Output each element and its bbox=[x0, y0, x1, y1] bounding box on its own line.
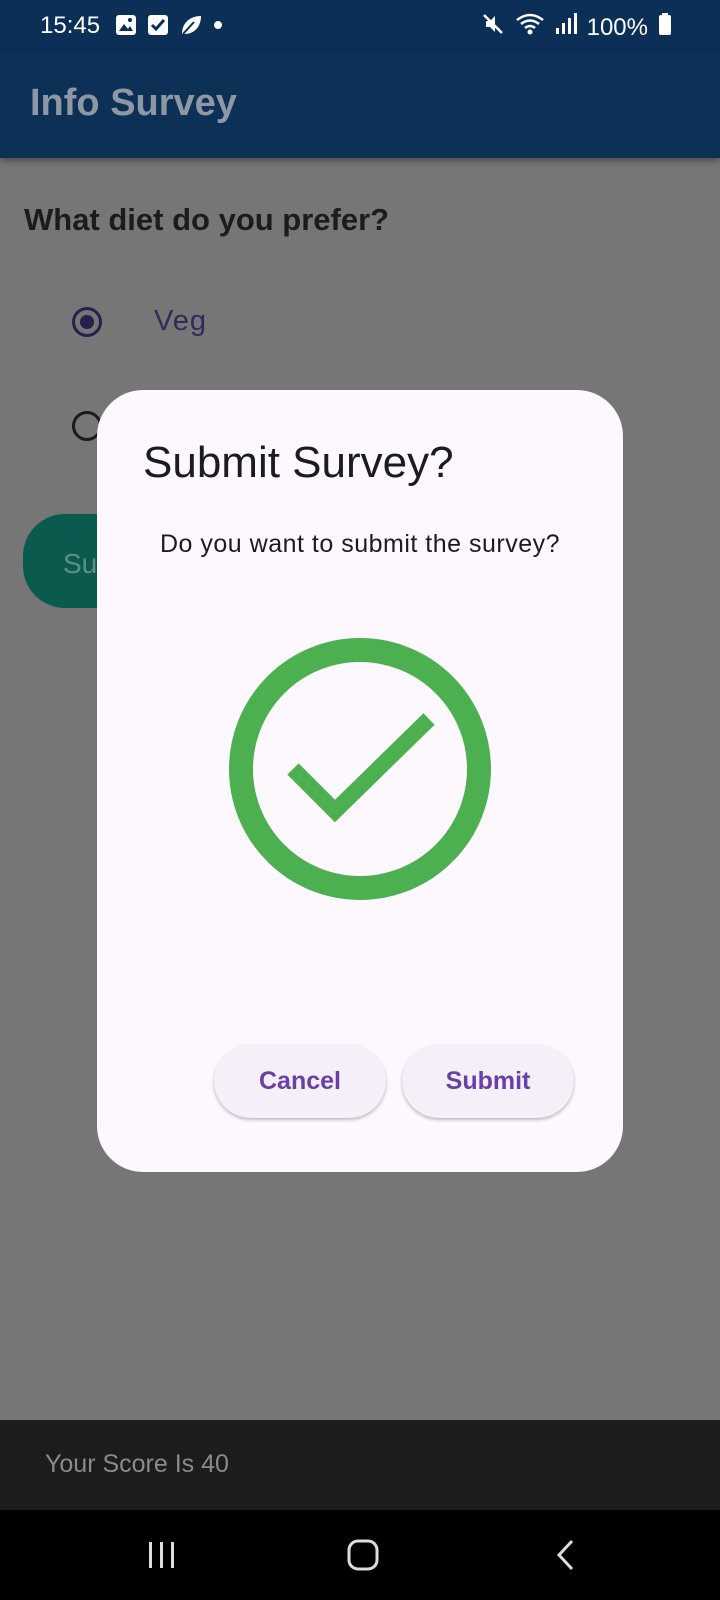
status-time: 15:45 bbox=[40, 12, 101, 39]
app-bar: Info Survey bbox=[0, 52, 720, 158]
home-icon[interactable] bbox=[303, 1510, 423, 1600]
leaf-icon bbox=[179, 14, 203, 43]
wifi-icon bbox=[515, 12, 545, 43]
score-text: Your Score Is 40 bbox=[45, 1450, 229, 1478]
radio-selected-icon[interactable] bbox=[72, 306, 102, 337]
mute-icon bbox=[481, 12, 505, 43]
option-veg[interactable]: Veg bbox=[72, 305, 207, 338]
navigation-bar bbox=[0, 1510, 720, 1600]
submit-button[interactable]: Submit bbox=[402, 1044, 574, 1118]
submit-dialog: Submit Survey? Do you want to submit the… bbox=[97, 390, 623, 1172]
check-circle-icon bbox=[228, 637, 492, 906]
status-bar: 15:45 100% bbox=[0, 0, 720, 52]
dialog-message: Do you want to submit the survey? bbox=[159, 530, 561, 558]
recents-icon[interactable] bbox=[102, 1510, 222, 1600]
gallery-icon bbox=[115, 14, 137, 43]
signal-icon bbox=[555, 12, 577, 43]
back-icon[interactable] bbox=[506, 1510, 626, 1600]
dot-icon bbox=[213, 14, 223, 43]
dialog-title: Submit Survey? bbox=[143, 438, 454, 487]
app-title: Info Survey bbox=[30, 82, 237, 124]
battery-percent: 100% bbox=[586, 13, 648, 41]
option-label: Veg bbox=[154, 305, 207, 337]
battery-icon bbox=[658, 12, 672, 43]
checkbox-icon bbox=[147, 14, 169, 43]
cancel-button[interactable]: Cancel bbox=[214, 1044, 386, 1118]
survey-question: What diet do you prefer? bbox=[24, 202, 390, 237]
score-bar: Your Score Is 40 bbox=[0, 1420, 720, 1510]
